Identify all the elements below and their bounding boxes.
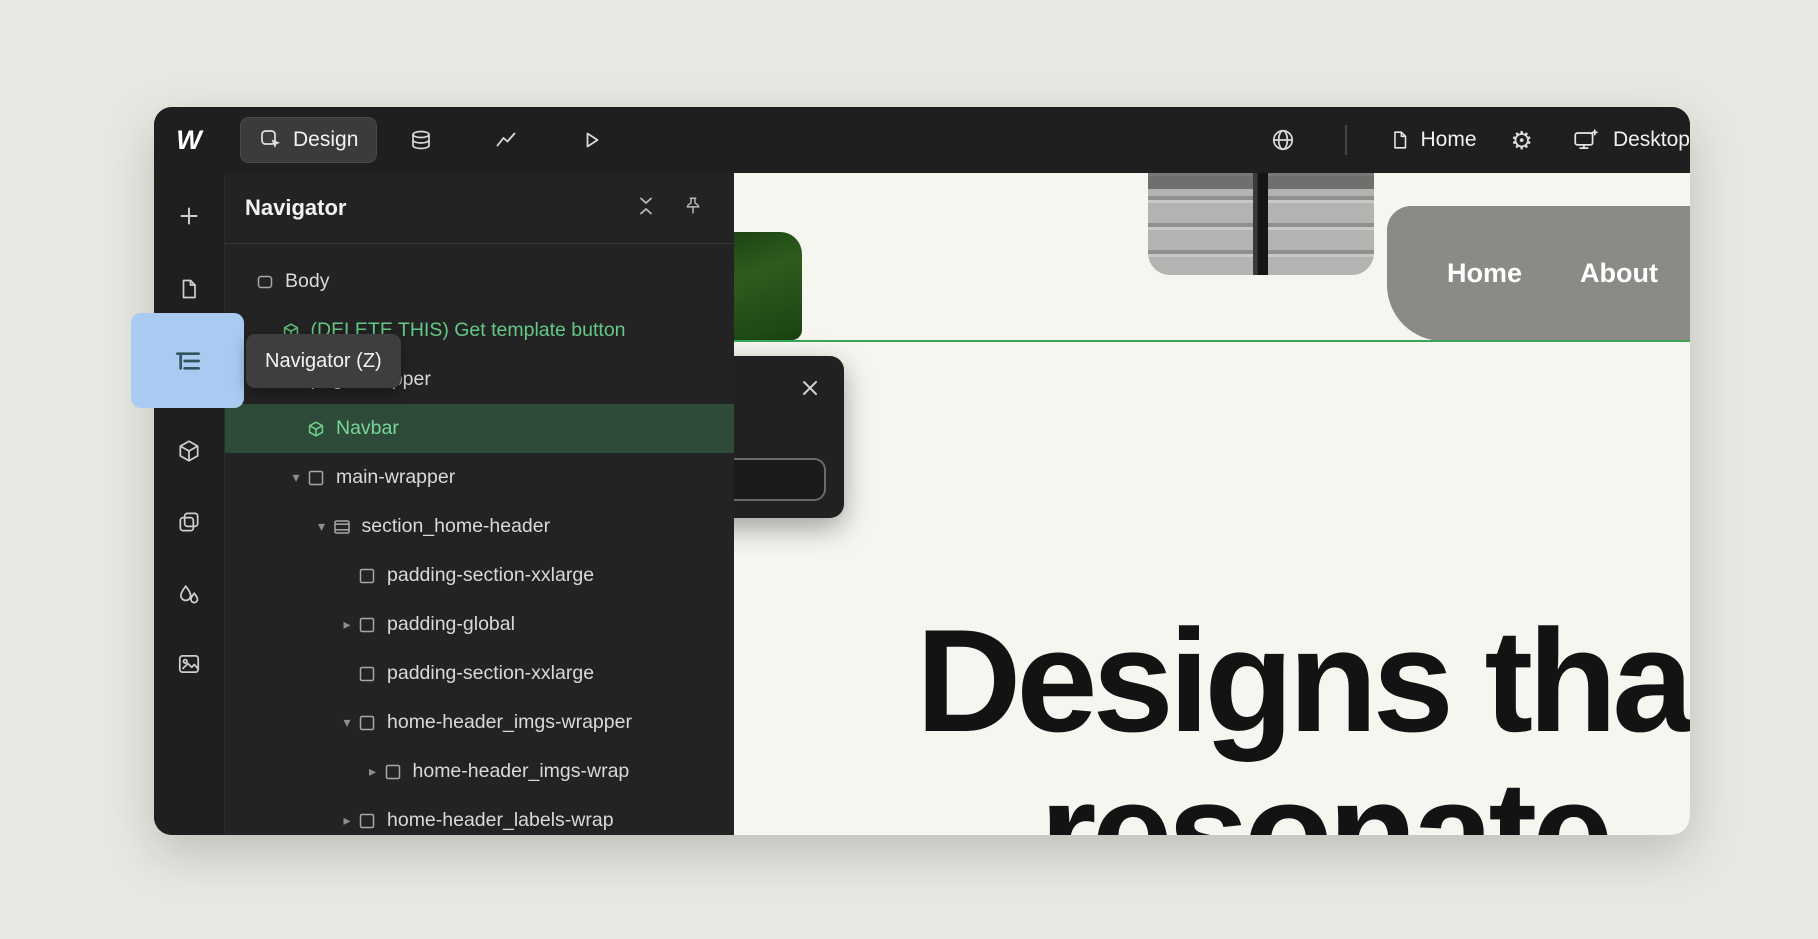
hero-headline-line2: resonate — [734, 757, 1690, 835]
navigator-row[interactable]: ▸padding-global — [225, 600, 734, 649]
chevron-down-icon[interactable]: ▾ — [336, 715, 358, 731]
site-nav-link[interactable]: Home — [1447, 258, 1522, 289]
cursor-select-icon — [259, 128, 283, 152]
add-elements-button[interactable] — [169, 196, 209, 236]
chevron-right-icon[interactable]: ▸ — [336, 813, 358, 829]
site-navbar[interactable]: Home About — [1387, 206, 1690, 341]
app-window: W Design — [154, 107, 1690, 835]
design-mode-label: Design — [293, 128, 358, 152]
popup-input[interactable] — [734, 458, 826, 501]
close-icon[interactable] — [798, 376, 822, 400]
chevron-down-icon[interactable]: ▾ — [311, 519, 333, 535]
navigator-row[interactable]: ▸home-header_labels-wrap — [225, 796, 734, 835]
page-icon — [1387, 120, 1413, 160]
publish-globe-button[interactable] — [1263, 120, 1303, 160]
page-icon — [177, 276, 201, 302]
navigator-icon — [172, 345, 204, 377]
hero-headline-line1: Designs that — [734, 605, 1690, 757]
components-button[interactable] — [169, 431, 209, 471]
topbar-divider — [1345, 125, 1347, 155]
navigator-row[interactable]: ▾section_home-header — [225, 502, 734, 551]
element-icon — [358, 714, 376, 732]
navigator-tooltip: Navigator (Z) — [246, 334, 401, 388]
image-icon — [176, 651, 202, 677]
component-icon — [307, 420, 325, 438]
design-mode-button[interactable]: Design — [240, 117, 377, 163]
element-icon — [256, 273, 274, 291]
site-nav-link[interactable]: About — [1580, 258, 1658, 289]
layers-icon — [176, 509, 202, 535]
element-icon — [358, 567, 376, 585]
globe-icon — [1270, 127, 1296, 153]
navigator-panel: Navigator Bod — [224, 173, 734, 835]
webflow-logo: W — [154, 125, 224, 156]
navigator-row[interactable]: ▸home-header_imgs-wrap — [225, 747, 734, 796]
navigator-title: Navigator — [245, 195, 346, 221]
variables-button[interactable] — [169, 575, 209, 615]
popup-card — [734, 356, 844, 518]
analytics-button[interactable] — [486, 120, 526, 160]
collapse-all-icon[interactable] — [634, 194, 658, 223]
navigator-row[interactable]: ▾home-header_imgs-wrapper — [225, 698, 734, 747]
cube-icon — [176, 438, 202, 464]
navbar-selection-outline — [734, 340, 1690, 342]
hero-grass-image[interactable] — [734, 232, 802, 340]
navigator-tree: Body(DELETE THIS) Get template button▾pa… — [225, 244, 734, 835]
play-icon — [579, 128, 603, 152]
chevron-down-icon[interactable]: ▾ — [285, 470, 307, 486]
preview-button[interactable] — [571, 120, 611, 160]
element-icon — [358, 616, 376, 634]
element-icon — [333, 518, 351, 536]
topbar-right: Home ⚙ Desktop — [1263, 120, 1691, 160]
left-toolbar — [154, 173, 224, 835]
hero-jacket-image[interactable] — [1148, 173, 1374, 275]
element-icon — [358, 665, 376, 683]
plus-icon — [176, 203, 202, 229]
pin-panel-icon[interactable] — [682, 195, 704, 222]
topbar: W Design — [154, 107, 1690, 173]
navigator-row[interactable]: Navbar — [225, 404, 734, 453]
element-icon — [384, 763, 402, 781]
droplets-icon — [176, 582, 202, 608]
chevron-right-icon[interactable]: ▸ — [336, 617, 358, 633]
breakpoint-label: Desktop — [1613, 128, 1690, 152]
cms-button[interactable] — [401, 120, 441, 160]
navigator-button-highlight — [131, 313, 244, 408]
navigator-row[interactable]: ▾main-wrapper — [225, 453, 734, 502]
styles-button[interactable] — [169, 502, 209, 542]
page-settings-gear-icon[interactable]: ⚙ — [1511, 126, 1533, 155]
hero-headline[interactable]: Designs that resonate — [734, 605, 1690, 835]
pages-button[interactable] — [169, 269, 209, 309]
assets-button[interactable] — [169, 644, 209, 684]
navigator-row[interactable]: Body — [225, 257, 734, 306]
current-page-name[interactable]: Home — [1421, 128, 1477, 152]
element-icon — [307, 469, 325, 487]
navigator-row[interactable]: padding-section-xxlarge — [225, 551, 734, 600]
breakpoint-desktop-icon[interactable] — [1565, 120, 1605, 160]
navigator-row[interactable]: padding-section-xxlarge — [225, 649, 734, 698]
database-icon — [409, 128, 433, 152]
site-nav-links: Home About — [1447, 258, 1658, 289]
design-canvas[interactable]: Home About Designs that resonate — [734, 173, 1690, 835]
chart-icon — [494, 128, 518, 152]
navigator-header: Navigator — [225, 173, 734, 244]
element-icon — [358, 812, 376, 830]
chevron-right-icon[interactable]: ▸ — [362, 764, 384, 780]
